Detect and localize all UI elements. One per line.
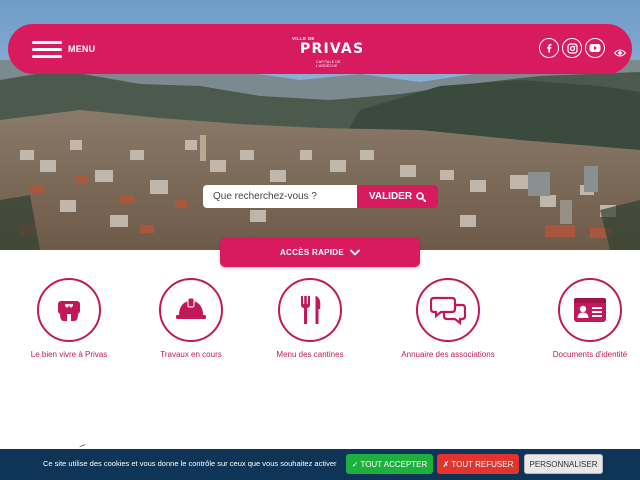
quick-access-label: ACCÈS RAPIDE bbox=[279, 248, 345, 257]
youtube-icon bbox=[589, 44, 601, 52]
refuse-all-cookies-button[interactable]: ✗ TOUT REFUSER bbox=[437, 454, 519, 474]
accept-all-cookies-button[interactable]: ✓ TOUT ACCEPTER bbox=[346, 454, 433, 474]
menu-button[interactable]: MENU bbox=[32, 39, 95, 59]
quick-access-button[interactable]: ACCÈS RAPIDE bbox=[220, 238, 420, 267]
instagram-icon bbox=[566, 42, 578, 54]
social-links bbox=[539, 38, 605, 58]
quick-link-label: Menu des cantines bbox=[276, 350, 344, 359]
quick-link-label: Le bien vivre à Privas bbox=[30, 350, 108, 359]
quick-link-associations[interactable]: Annuaire des associations bbox=[383, 278, 513, 359]
site-logo[interactable]: VILLE DE PRIVAS CAPITALE DE L'ARDÈCHE bbox=[292, 34, 363, 70]
quick-link-cantines[interactable]: Menu des cantines bbox=[245, 278, 375, 359]
search-submit-button[interactable]: VALIDER bbox=[357, 185, 438, 208]
logo-main-text: PRIVAS bbox=[300, 41, 365, 57]
quick-link-label: Travaux en cours bbox=[160, 350, 222, 359]
logo-sub-text: CAPITALE DE L'ARDÈCHE bbox=[316, 60, 341, 68]
id-card-icon bbox=[574, 298, 606, 322]
quick-link-documents[interactable]: Documents d'identité bbox=[525, 278, 640, 359]
quick-link-bien-vivre[interactable]: Le bien vivre à Privas bbox=[4, 278, 134, 359]
youtube-link[interactable] bbox=[585, 38, 605, 58]
search-button-label: VALIDER bbox=[368, 191, 413, 202]
quick-link-label: Annuaire des associations bbox=[401, 350, 495, 359]
fork-knife-icon bbox=[301, 296, 321, 324]
search-input[interactable] bbox=[203, 185, 358, 208]
instagram-link[interactable] bbox=[562, 38, 582, 58]
search-icon bbox=[416, 191, 427, 202]
customize-cookies-button[interactable]: PERSONNALISER bbox=[524, 454, 603, 474]
cookie-banner: Ce site utilise des cookies et vous donn… bbox=[0, 449, 640, 480]
facebook-link[interactable] bbox=[539, 38, 559, 58]
facebook-icon bbox=[547, 44, 552, 53]
header-bar: MENU VILLE DE PRIVAS CAPITALE DE L'ARDÈC… bbox=[8, 24, 632, 74]
eye-icon[interactable] bbox=[614, 49, 626, 57]
quick-link-label: Documents d'identité bbox=[552, 350, 628, 359]
chat-bubbles-icon bbox=[430, 296, 466, 326]
menu-label: MENU bbox=[68, 44, 96, 54]
hamburger-icon bbox=[32, 40, 62, 58]
cookie-banner-text: Ce site utilise des cookies et vous donn… bbox=[43, 459, 337, 468]
chevron-down-icon bbox=[350, 249, 360, 256]
hard-hat-icon bbox=[176, 297, 206, 319]
heart-hands-icon bbox=[58, 301, 80, 321]
quick-link-travaux[interactable]: Travaux en cours bbox=[126, 278, 256, 359]
